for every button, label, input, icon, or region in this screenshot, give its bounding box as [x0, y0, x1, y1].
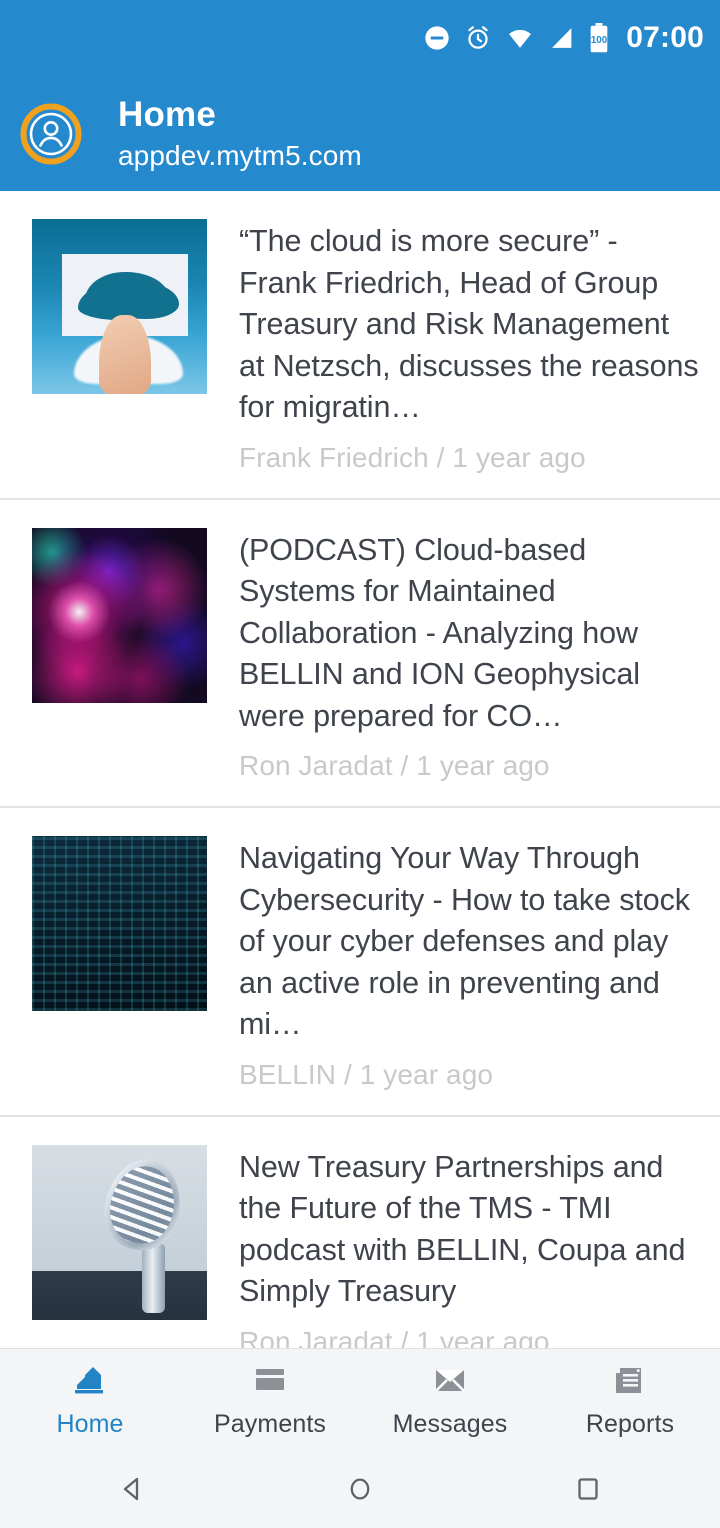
tab-label: Home: [56, 1410, 124, 1438]
article-meta: Ron Jaradat / 1 year ago: [239, 750, 550, 781]
news-feed-list[interactable]: “The cloud is more secure” - Frank Fried…: [0, 191, 720, 1348]
do-not-disturb-icon: [423, 24, 451, 52]
tab-label: Payments: [214, 1410, 326, 1438]
list-item[interactable]: (PODCAST) Cloud-based Systems for Mainta…: [0, 499, 720, 808]
back-button[interactable]: [102, 1459, 162, 1519]
tab-home[interactable]: Home: [0, 1349, 180, 1450]
article-body: New Treasury Partnerships and the Future…: [239, 1145, 700, 1349]
documents-icon: [607, 1361, 653, 1401]
home-icon: [67, 1361, 113, 1401]
article-body: Navigating Your Way Through Cybersecurit…: [239, 836, 700, 1093]
article-meta: Ron Jaradat / 1 year ago: [239, 1325, 550, 1349]
article-thumbnail: [32, 527, 207, 703]
home-button[interactable]: [330, 1459, 390, 1519]
tab-label: Messages: [392, 1410, 508, 1438]
system-navigation-bar: [0, 1450, 720, 1528]
tab-label: Reports: [585, 1410, 675, 1438]
article-body: “The cloud is more secure” - Frank Fried…: [239, 219, 700, 476]
tab-messages[interactable]: Messages: [360, 1349, 540, 1450]
article-meta: BELLIN / 1 year ago: [239, 1058, 494, 1090]
alarm-clock-icon: [464, 24, 492, 52]
wifi-icon: [505, 24, 535, 52]
article-title[interactable]: “The cloud is more secure” - Frank Fried…: [239, 221, 700, 429]
article-title[interactable]: (PODCAST) Cloud-based Systems for Mainta…: [239, 530, 700, 738]
status-bar-clock: 07:00: [626, 21, 704, 54]
page-subtitle-url: appdev.mytm5.com: [118, 139, 362, 171]
tab-reports[interactable]: Reports: [540, 1349, 720, 1450]
envelope-icon: [427, 1361, 473, 1401]
bottom-tab-bar: Home Payments Messages Reports: [0, 1348, 720, 1450]
article-body: (PODCAST) Cloud-based Systems for Mainta…: [239, 528, 700, 785]
battery-icon: 100: [589, 23, 609, 53]
cellular-signal-icon: [548, 24, 576, 52]
article-title[interactable]: Navigating Your Way Through Cybersecurit…: [239, 838, 700, 1046]
article-meta: Frank Friedrich / 1 year ago: [239, 441, 586, 473]
recents-button[interactable]: [558, 1459, 618, 1519]
tab-payments[interactable]: Payments: [180, 1349, 360, 1450]
list-item[interactable]: Navigating Your Way Through Cybersecurit…: [0, 808, 720, 1117]
app-root: 100 07:00 Home appdev.mytm5.com “The clo…: [0, 0, 720, 1528]
page-title: Home: [118, 94, 217, 134]
app-header: Home appdev.mytm5.com: [0, 76, 720, 191]
list-item[interactable]: “The cloud is more secure” - Frank Fried…: [0, 191, 720, 500]
credit-card-icon: [247, 1361, 293, 1401]
article-thumbnail: [32, 1144, 207, 1320]
list-item[interactable]: New Treasury Partnerships and the Future…: [0, 1116, 720, 1349]
article-thumbnail: [32, 836, 207, 1011]
user-avatar-icon[interactable]: [20, 103, 82, 165]
status-bar: 100 07:00: [0, 0, 720, 76]
article-title[interactable]: New Treasury Partnerships and the Future…: [239, 1147, 700, 1313]
article-thumbnail: [32, 219, 207, 394]
header-title-block: Home appdev.mytm5.com: [118, 94, 362, 174]
svg-text:100: 100: [591, 35, 608, 46]
